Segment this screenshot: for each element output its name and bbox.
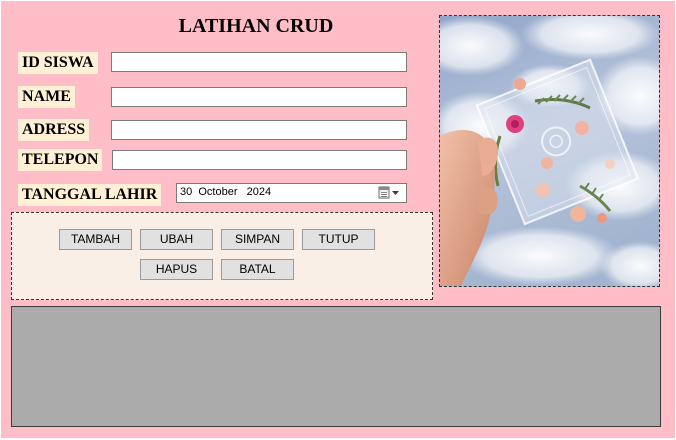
tutup-button[interactable]: TUTUP	[302, 229, 375, 250]
calendar-dropdown-icon[interactable]	[378, 186, 402, 200]
name-input[interactable]	[111, 87, 407, 107]
id-siswa-input[interactable]	[111, 52, 407, 72]
telepon-input[interactable]	[112, 150, 407, 170]
label-telepon: TELEPON	[18, 149, 103, 171]
label-tanggal-lahir: TANGGAL LAHIR	[18, 184, 162, 206]
adress-input[interactable]	[111, 120, 407, 140]
batal-button[interactable]: BATAL	[221, 259, 294, 280]
hapus-button[interactable]: HAPUS	[140, 259, 213, 280]
label-adress: ADRESS	[18, 119, 90, 141]
tambah-button[interactable]: TAMBAH	[59, 229, 132, 250]
decorative-photo	[439, 15, 660, 287]
main-window: LATIHAN CRUD ID SISWA NAME ADRESS TELEPO…	[1, 1, 675, 438]
data-table[interactable]	[11, 306, 661, 427]
label-id-siswa: ID SISWA	[18, 52, 98, 74]
page-title: LATIHAN CRUD	[178, 15, 334, 37]
ubah-button[interactable]: UBAH	[140, 229, 213, 250]
date-value: 30 October 2024	[180, 186, 272, 198]
tanggal-lahir-date-picker[interactable]: 30 October 2024	[176, 183, 407, 203]
simpan-button[interactable]: SIMPAN	[221, 229, 294, 250]
button-panel: TAMBAH UBAH SIMPAN TUTUP HAPUS BATAL	[11, 212, 433, 300]
label-name: NAME	[18, 86, 75, 108]
